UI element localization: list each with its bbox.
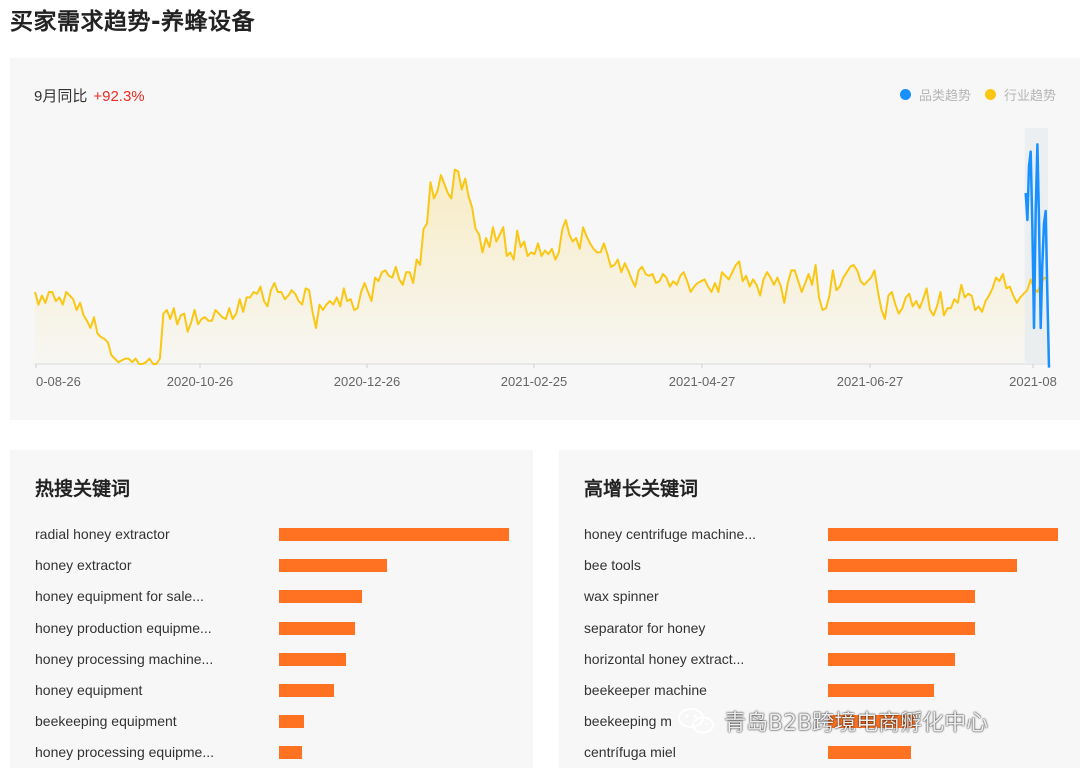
growth-keyword-row[interactable]: horizontal honey extract...	[559, 649, 1080, 669]
growth-keyword-label: wax spinner	[584, 588, 659, 605]
hot-keyword-row[interactable]: honey equipment for sale...	[10, 586, 533, 606]
legend-item-category[interactable]: 品类趋势	[899, 85, 971, 104]
yoy-label: 9月同比	[34, 88, 88, 105]
x-tick-label: 2021-08	[1009, 374, 1057, 389]
industry-trend-area	[35, 169, 1048, 364]
hot-keyword-label: honey equipment	[35, 682, 143, 698]
hot-keyword-bar	[279, 684, 335, 697]
trend-card: 0-08-26 2020-10-26 2020-12-26 2021-02-25 202…	[10, 58, 1080, 420]
growth-keyword-bar	[828, 528, 1058, 541]
hot-keyword-bar	[279, 590, 362, 604]
hot-keyword-bar	[279, 528, 509, 541]
hot-keyword-label: beekeeping equipment	[35, 713, 177, 730]
hot-keyword-label: honey production equipme...	[35, 619, 212, 636]
growth-keyword-label: bee tools	[584, 557, 641, 574]
yoy-stat: 9月同比 +92.3%	[34, 85, 145, 106]
growth-keyword-row[interactable]: beekeeper machine	[559, 680, 1080, 700]
growth-keyword-bar	[828, 590, 976, 604]
x-tick-label: 0-08-26	[36, 374, 81, 389]
growth-keyword-label: beekeeper machine	[584, 682, 707, 698]
hot-keyword-label: honey processing machine...	[35, 650, 214, 667]
yoy-value: +92.3%	[93, 88, 145, 105]
x-tick-label: 2021-02-25	[501, 374, 568, 389]
growth-keyword-row[interactable]: separator for honey	[559, 618, 1080, 638]
growth-keyword-label: centrífuga miel	[584, 744, 676, 761]
legend-item-industry[interactable]: 行业趋势	[984, 85, 1056, 104]
hot-keyword-row[interactable]: honey extractor	[10, 555, 533, 575]
hot-keyword-label: honey extractor	[35, 557, 132, 574]
hot-keyword-row[interactable]: honey processing machine...	[10, 649, 533, 669]
growth-keyword-label: beekeeping m	[584, 713, 672, 730]
hot-keyword-row[interactable]: honey production equipme...	[10, 618, 533, 638]
x-tick-label: 2020-10-26	[167, 374, 234, 389]
growth-keyword-bar	[828, 559, 1017, 573]
hot-keyword-bar	[279, 746, 302, 760]
legend-dot-category	[899, 89, 911, 100]
growth-keyword-bar	[828, 652, 955, 666]
legend-label-industry: 行业趋势	[1003, 89, 1056, 104]
growth-keyword-label: horizontal honey extract...	[584, 650, 745, 667]
hot-keyword-row[interactable]: radial honey extractor	[10, 524, 533, 544]
growth-keywords-title: 高增长关键词	[584, 478, 699, 500]
growth-keyword-bar	[828, 746, 911, 760]
hot-keyword-row[interactable]: beekeeping equipment	[10, 711, 533, 731]
x-tick-label: 2021-06-27	[837, 374, 904, 389]
trend-chart: 0-08-26 2020-10-26 2020-12-26 2021-02-25 202…	[34, 128, 1057, 389]
legend-label-category: 品类趋势	[918, 89, 971, 104]
growth-keyword-bar	[828, 621, 976, 635]
growth-keyword-bar	[828, 684, 934, 697]
hot-keyword-bar	[279, 559, 388, 573]
growth-keyword-label: separator for honey	[584, 619, 706, 636]
wechat-icon	[678, 708, 714, 734]
hot-keyword-row[interactable]: honey equipment	[10, 680, 533, 700]
x-tick-label: 2020-12-26	[334, 374, 401, 389]
hot-keywords-title: 热搜关键词	[35, 478, 131, 500]
growth-keyword-row[interactable]: centrífuga miel	[559, 742, 1080, 762]
hot-keyword-row[interactable]: honey processing equipme...	[10, 742, 533, 762]
hot-keywords-card: 热搜关键词 radial honey extractor honey extrac…	[10, 450, 533, 768]
growth-keyword-row[interactable]: bee tools	[559, 555, 1080, 575]
hot-keyword-bar	[279, 652, 346, 666]
hot-keyword-label: radial honey extractor	[35, 526, 170, 542]
growth-keyword-row[interactable]: honey centrifuge machine...	[559, 524, 1080, 544]
watermark-text: 青岛B2B跨境电商孵化中心	[724, 711, 989, 736]
page-title: 买家需求趋势-养蜂设备	[10, 9, 256, 35]
x-tick-label: 2021-04-27	[669, 374, 736, 389]
hot-keyword-bar	[279, 621, 355, 635]
chart-legend: 品类趋势 行业趋势	[899, 85, 1056, 104]
legend-dot-industry	[984, 89, 996, 100]
hot-keyword-bar	[279, 715, 305, 729]
growth-keyword-label: honey centrifuge machine...	[584, 526, 756, 542]
growth-keyword-row[interactable]: wax spinner	[559, 586, 1080, 606]
hot-keyword-label: honey processing equipme...	[35, 744, 214, 761]
hot-keyword-label: honey equipment for sale...	[35, 588, 204, 605]
watermark: 青岛B2B跨境电商孵化中心	[676, 704, 988, 738]
